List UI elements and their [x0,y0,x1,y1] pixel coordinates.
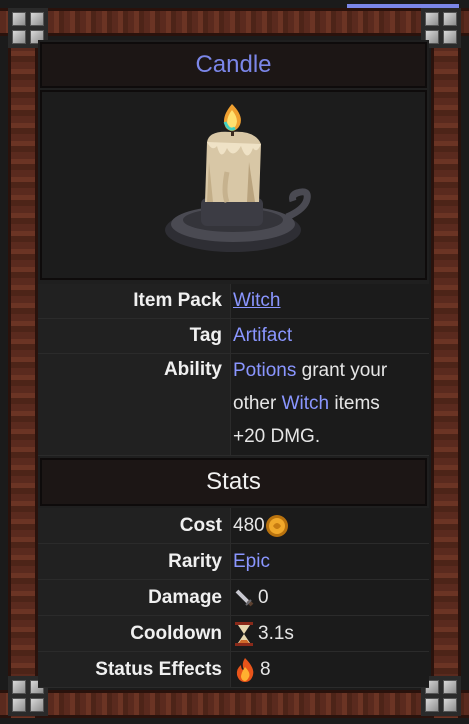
fire-icon [236,657,254,682]
status-effects-label: Status Effects [38,652,230,688]
cost-value: 480 [233,515,265,536]
status-effects-row: Status Effects 8 [38,652,429,688]
cooldown-row: Cooldown 3.1s [38,616,429,652]
candle-icon [165,104,311,252]
ability-text-part: grant your [296,360,388,381]
witch-link[interactable]: Witch [282,393,330,414]
hourglass-icon [235,621,253,646]
ability-text-part: +20 DMG. [233,426,321,447]
stats-header: Stats [40,458,427,506]
item-pack-label: Item Pack [38,284,230,319]
status-effects-value: 8 [260,659,271,680]
ability-text-part: other [233,393,282,414]
frame-left [8,8,38,718]
ability-label: Ability [38,354,230,456]
damage-label: Damage [38,580,230,616]
damage-value: 0 [258,587,269,608]
dagger-icon [235,589,254,607]
frame-top [0,8,469,36]
item-title: Candle [195,51,272,78]
potions-link[interactable]: Potions [233,360,296,381]
damage-row: Damage 0 [38,580,429,616]
rarity-row: Rarity Epic [38,544,429,580]
rarity-label: Rarity [38,544,230,580]
tag-row: Tag Artifact [38,319,429,354]
cooldown-label: Cooldown [38,616,230,652]
ability-text-part: items [329,393,380,414]
cost-row: Cost 480 [38,508,429,544]
item-infobox: Candle Item Pack Witch Tag Artifact Abil… [38,40,429,688]
frame-right [431,8,461,718]
item-pack-row: Item Pack Witch [38,284,429,319]
ability-row: Ability Potions grant your other Witch i… [38,354,429,456]
cooldown-value: 3.1s [258,623,294,644]
stats-title: Stats [206,468,261,495]
cost-label: Cost [38,508,230,544]
frame-bottom [0,690,469,718]
tag-link[interactable]: Artifact [233,325,292,346]
tag-label: Tag [38,319,230,354]
item-title-bar: Candle [40,42,427,88]
item-pack-link[interactable]: Witch [233,290,281,311]
ability-text: Potions grant your other Witch items +20… [230,354,429,456]
item-image-box [40,90,427,280]
rarity-link[interactable]: Epic [233,551,270,572]
gold-coin-icon [265,514,288,537]
